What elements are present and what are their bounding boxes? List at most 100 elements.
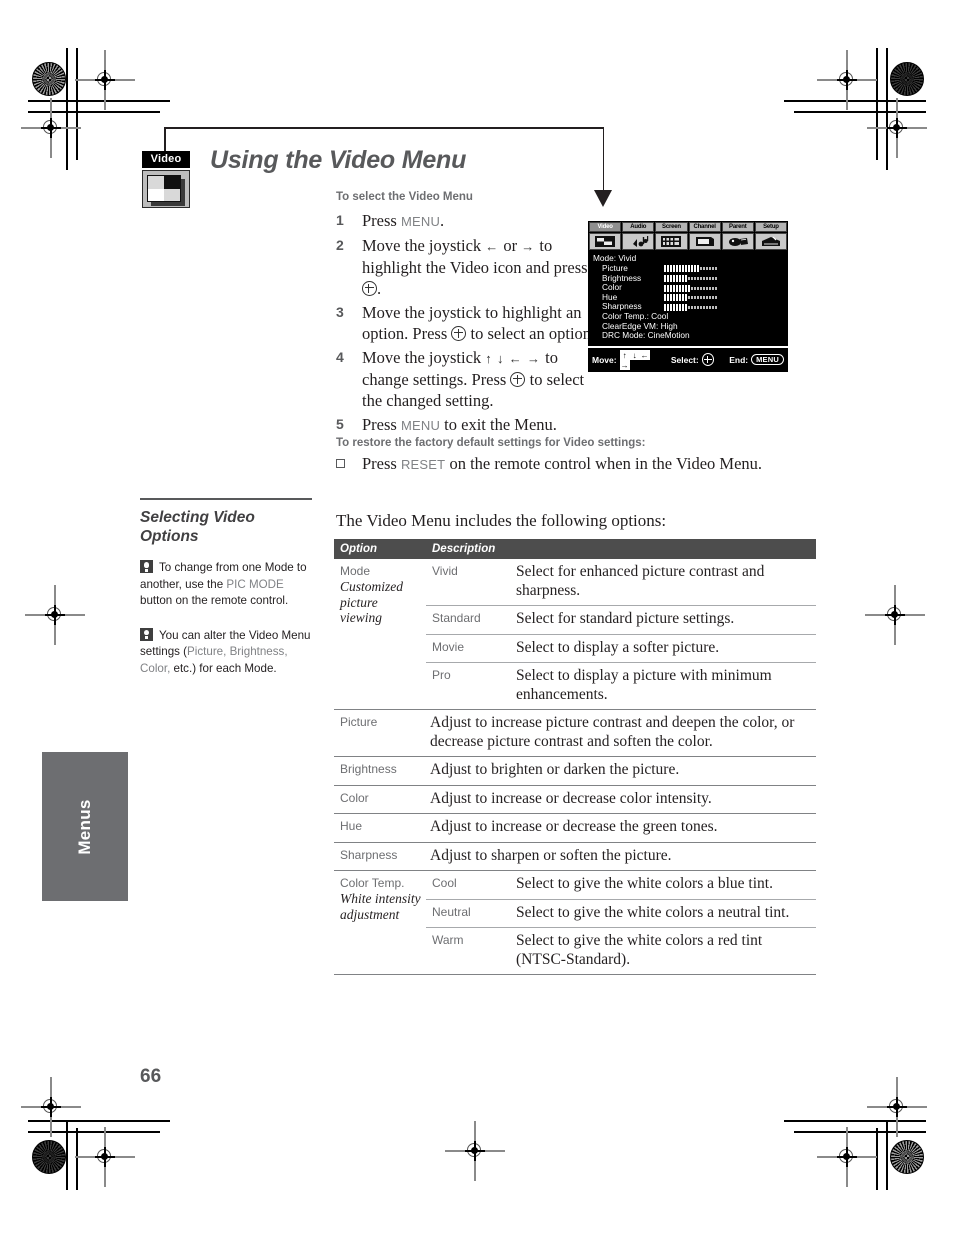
table-cell-suboption: Vivid (432, 564, 458, 578)
osd-select-label: Select: (670, 354, 699, 365)
table-row: Sharpness Adjust to sharpen or soften the… (334, 841, 816, 871)
step-number: 4 (336, 349, 344, 365)
procedure-step: 3 Move the joystick to highlight an optio… (336, 302, 596, 344)
restore-defaults-block: To restore the factory default settings … (336, 437, 816, 475)
table-cell-suboption: Neutral (426, 898, 512, 928)
osd-tab-label: Parent (721, 222, 754, 232)
registration-mark-bottom-right-inner (817, 1127, 877, 1187)
tip-bulb-icon (140, 627, 153, 641)
table-cell-suboption: Warm (426, 927, 512, 975)
table-header-description: Description (426, 539, 816, 559)
page-number: 66 (140, 1066, 162, 1087)
tip-bulb-icon (140, 560, 153, 574)
option-subtitle: White intensity adjustment (340, 891, 421, 922)
osd-tab-label: Audio (622, 222, 655, 232)
density-mark-bottom-left (32, 1140, 66, 1174)
table-cell-description: Select to display a picture with minimum… (512, 662, 816, 710)
tip-list: To change from one Mode to another, use … (140, 560, 312, 677)
table-bottom-rule-cell (334, 974, 816, 977)
table-cell-description: Adjust to increase picture contrast and … (426, 709, 816, 757)
table-row: Picture Adjust to increase picture contra… (334, 709, 816, 757)
select-button-icon (510, 372, 526, 387)
osd-slider-bar (664, 294, 717, 302)
registration-mark-left-middle (25, 585, 85, 645)
procedure-step: 5 Press MENU to exit the Menu. (336, 414, 596, 436)
table-cell-suboption: Cool (426, 870, 512, 899)
option-name: Sharpness (340, 847, 398, 862)
table-row: Color Adjust to increase or decrease colo… (334, 784, 816, 814)
osd-direction-key: ← (639, 349, 650, 360)
registration-mark-left-upper (21, 98, 81, 158)
osd-tab-setup[interactable]: Setup (754, 222, 788, 250)
osd-select-icon (701, 353, 715, 367)
video-badge-label: Video (142, 151, 190, 168)
option-name: Hue (340, 819, 363, 833)
option-name: Color (340, 790, 369, 805)
step-number: 2 (336, 237, 344, 253)
density-mark-bottom-right (890, 1140, 924, 1174)
tip-text: button on the remote control. (140, 594, 289, 608)
restore-instruction: Press RESET on the remote control when i… (362, 454, 763, 473)
step-number: 3 (336, 304, 344, 320)
osd-slider-bar (664, 284, 717, 292)
table-cell-description: Adjust to sharpen or soften the picture. (426, 841, 816, 871)
registration-mark-right-lower (867, 1077, 927, 1137)
setting-name: PIC MODE (226, 577, 284, 591)
osd-tab-parent[interactable]: Parent (721, 222, 754, 250)
osd-text-row[interactable]: DRC Mode: CineMotion (593, 331, 783, 341)
table-cell-description: Adjust to increase or decrease color int… (426, 784, 816, 814)
video-options-table: Option Description Mode Customized pictur… (334, 539, 816, 977)
table-header-row: Option Description (334, 539, 816, 559)
registration-mark-bottom-center (445, 1121, 505, 1181)
step-text: Press MENU. (362, 211, 445, 230)
osd-tab-video[interactable]: Video (589, 222, 622, 250)
tip-block: To change from one Mode to another, use … (140, 560, 312, 610)
table-cell-option: Color Temp. White intensity adjustment (334, 870, 426, 975)
osd-tab-strip: Video Audio Screen Channel Parent Setup (588, 221, 788, 251)
tip-text: etc.) for each Mode. (170, 661, 277, 675)
osd-slider-bar (664, 265, 717, 273)
screen-tab-icon (655, 233, 688, 250)
option-name: Color Temp. (340, 876, 405, 890)
table-cell-option: Sharpness (334, 841, 426, 871)
table-cell-description: Select for standard picture settings. (512, 605, 816, 634)
table-row: Color Temp. White intensity adjustment Coo… (334, 870, 816, 975)
side-tab-label: Menus (75, 798, 94, 855)
registration-mark-bottom-left-inner (75, 1127, 135, 1187)
option-subtitle: Customized picture viewing (340, 579, 404, 625)
table-row: Brightness Adjust to brighten or darken t… (334, 756, 816, 785)
procedure-step: 2 Move the joystick ← or → to highlight t… (336, 235, 596, 299)
option-name: Mode (340, 564, 371, 578)
step-text: Move the joystick ↑ ↓ ← → to change sett… (362, 348, 585, 410)
checkbox-bullet-icon (336, 453, 362, 475)
osd-tab-label: Setup (754, 222, 788, 232)
osd-footer: Move: ↑ ↓ ← → Select: End: MENU (588, 347, 788, 372)
table-row: Hue Adjust to increase or decrease the gr… (334, 813, 816, 842)
select-button-icon (362, 281, 377, 296)
osd-move-label: Move: (592, 354, 617, 365)
audio-tab-icon (622, 233, 655, 250)
osd-direction-key: ↓ (629, 349, 640, 360)
table-cell-suboption: Movie (426, 633, 512, 663)
step-number: 5 (336, 416, 344, 432)
parent-tab-icon (721, 233, 754, 250)
procedure-block: To select the Video Menu 1 Press MENU. 2 Mo… (336, 191, 596, 439)
density-mark-top-right (890, 62, 924, 96)
selecting-video-options-section: Selecting Video Options To change from o… (140, 498, 312, 695)
procedure-step: 4 Move the joystick ↑ ↓ ← → to change set… (336, 347, 596, 411)
osd-tab-channel[interactable]: Channel (688, 222, 721, 250)
table-cell-option: Brightness (334, 756, 426, 785)
osd-tab-audio[interactable]: Audio (622, 222, 655, 250)
osd-tab-screen[interactable]: Screen (655, 222, 688, 250)
table-cell-description: Select to give the white colors a blue t… (512, 870, 816, 899)
step-text: Move the joystick to highlight an option… (362, 303, 596, 343)
procedure-heading: To select the Video Menu (336, 191, 473, 203)
section-rule (140, 498, 312, 501)
registration-mark-right-middle (865, 585, 925, 645)
section-heading: Selecting Video Options (140, 509, 255, 546)
table-cell-option: Color (334, 784, 426, 814)
table-cell-suboption: Pro (426, 662, 512, 710)
osd-slider-row[interactable]: Color (593, 283, 783, 293)
registration-mark-left-lower (21, 1077, 81, 1137)
reset-keyword: RESET (400, 457, 446, 472)
